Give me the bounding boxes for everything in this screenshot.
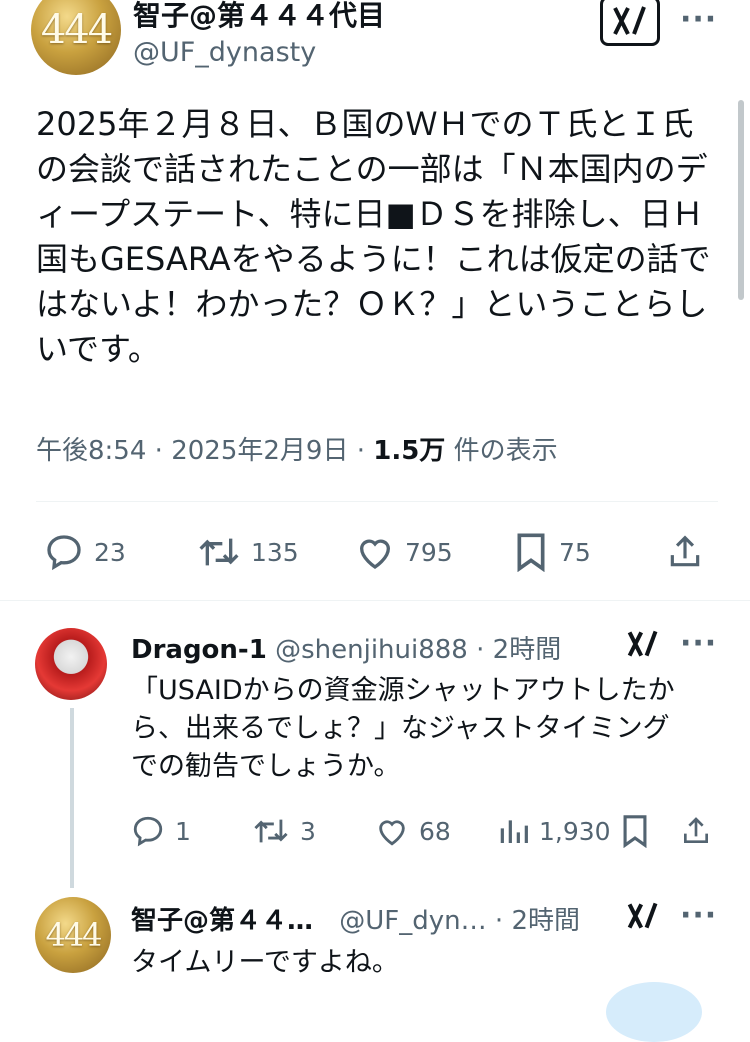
meta-separator: ·	[494, 906, 504, 936]
view-count: 1,930	[539, 816, 611, 846]
like-icon	[379, 820, 405, 846]
more-icon[interactable]: ···	[680, 898, 717, 933]
like-button[interactable]: 795	[355, 532, 453, 572]
reply-header: Dragon-1 @shenjihui888 · 2時間	[131, 629, 561, 666]
more-icon[interactable]: ···	[680, 626, 717, 661]
grok-icon	[627, 630, 658, 657]
reply-author-name[interactable]: 智子@第４４…	[131, 906, 313, 936]
reply-button[interactable]: 23	[44, 532, 126, 572]
tweet-meta: 午後8:54 · 2025年2月9日 · 1.5万 件の表示	[36, 430, 558, 467]
reply-avatar[interactable]: 444	[35, 897, 111, 973]
bookmark-count: 75	[559, 537, 591, 567]
avatar-text: 444	[40, 7, 113, 53]
divider	[0, 600, 750, 601]
grok-icon	[613, 6, 646, 35]
grok-button[interactable]	[626, 900, 660, 936]
tweet-text: 2025年２月８日、Ｂ国のＷＨでのＴ氏とＩ氏 の会談で話されたことの一部は「Ｎ本…	[36, 105, 711, 368]
share-icon	[670, 535, 700, 567]
meta-separator: ·	[476, 635, 485, 665]
scrollbar[interactable]	[738, 100, 744, 300]
views-button[interactable]: 1,930	[497, 814, 611, 848]
share-button[interactable]	[666, 532, 704, 572]
view-count: 1.5万	[373, 436, 446, 466]
retweet-count: 3	[300, 816, 316, 846]
author-handle[interactable]: @UF_dynasty	[133, 37, 316, 68]
reply-icon	[47, 535, 81, 571]
reply-author-handle[interactable]: @shenjihui888	[275, 635, 468, 665]
reply-icon	[133, 816, 163, 847]
compose-button[interactable]	[606, 982, 702, 1042]
retweet-button[interactable]: 3	[252, 814, 316, 848]
reply-button[interactable]: 1	[131, 814, 191, 848]
retweet-count: 135	[251, 537, 299, 567]
share-icon	[684, 817, 708, 843]
tweet-date[interactable]: 2025年2月9日	[171, 436, 348, 466]
reply-header: 智子@第４４… @UF_dyn… · 2時間	[131, 900, 580, 937]
more-icon[interactable]: ···	[680, 2, 717, 37]
like-button[interactable]: 68	[375, 814, 451, 848]
reply-avatar[interactable]	[35, 628, 107, 700]
tweet-time[interactable]: 午後8:54	[36, 436, 146, 466]
avatar-text: 444	[45, 916, 102, 954]
like-icon	[359, 539, 391, 569]
view-label: 件の表示	[453, 436, 558, 466]
reply-text: タイムリーですよね。	[131, 947, 399, 978]
reply-author-name[interactable]: Dragon-1	[131, 635, 267, 665]
views-icon	[500, 820, 528, 843]
grok-button[interactable]	[626, 628, 660, 664]
bookmark-button[interactable]	[620, 814, 650, 848]
reply-author-handle[interactable]: @UF_dyn…	[339, 906, 486, 936]
thread-line	[70, 708, 74, 888]
reply-time[interactable]: 2時間	[493, 635, 562, 665]
reply-text: 「USAIDからの資金源シャットアウトしたか ら、出来るでしょ？」なジャストタイ…	[131, 675, 675, 782]
like-count: 795	[405, 537, 453, 567]
grok-icon	[627, 902, 658, 929]
meta-separator: ·	[154, 436, 163, 466]
bookmark-icon	[623, 815, 647, 848]
reply-time[interactable]: 2時間	[511, 906, 580, 936]
share-button[interactable]	[680, 814, 712, 848]
divider	[36, 501, 718, 502]
bookmark-button[interactable]: 75	[513, 532, 591, 572]
like-count: 68	[419, 816, 451, 846]
meta-separator: ·	[356, 436, 365, 466]
grok-button[interactable]	[600, 0, 660, 46]
retweet-icon	[254, 819, 288, 843]
bookmark-icon	[517, 533, 545, 572]
retweet-button[interactable]: 135	[197, 532, 299, 572]
author-name[interactable]: 智子@第４４４代目	[133, 0, 385, 34]
retweet-icon	[199, 538, 239, 566]
author-avatar[interactable]: 444	[31, 0, 121, 75]
reply-count: 1	[175, 816, 191, 846]
reply-count: 23	[94, 537, 126, 567]
